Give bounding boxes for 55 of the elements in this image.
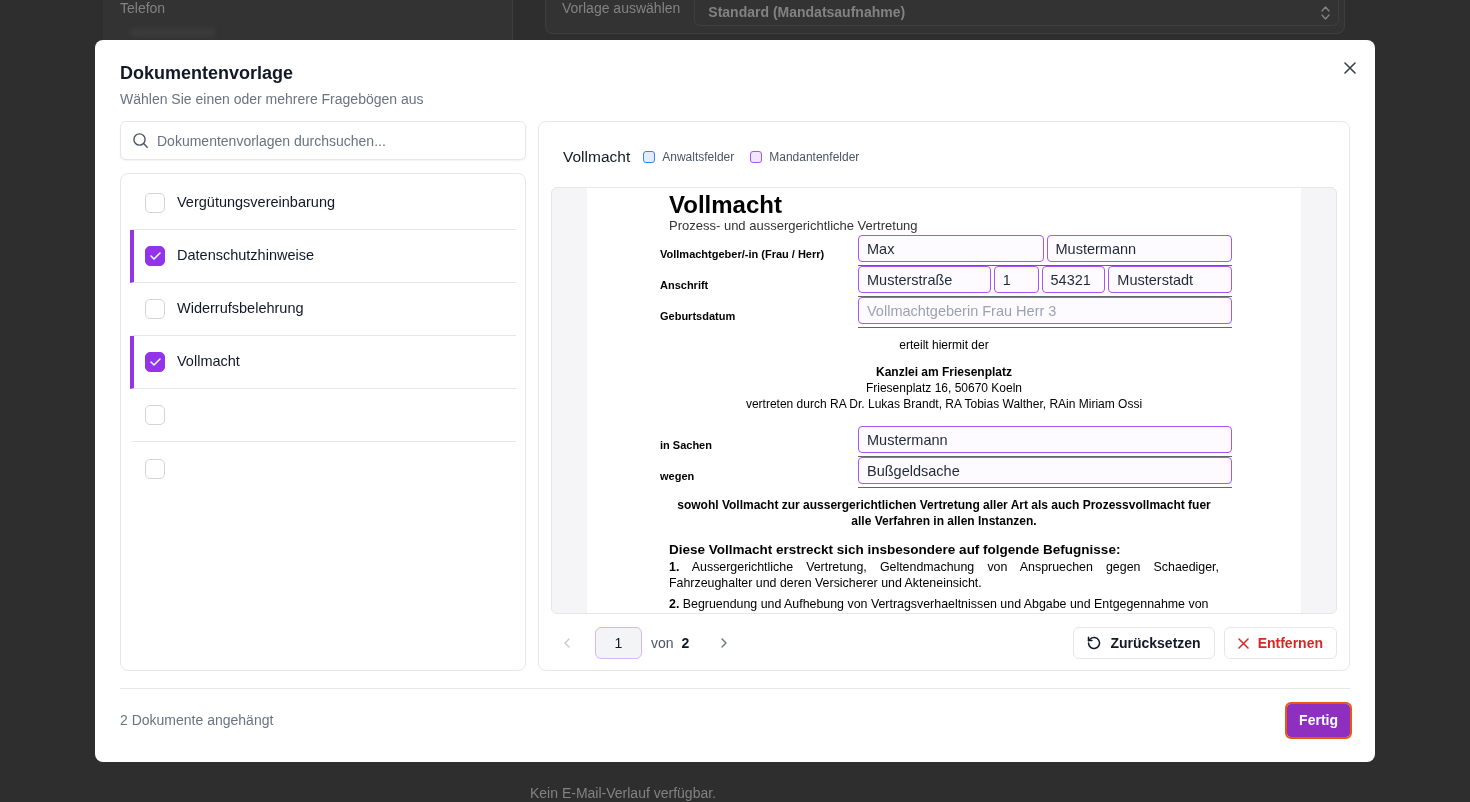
form-field[interactable]: Vollmachtgeberin Frau Herr 3: [858, 297, 1232, 324]
document-heading: Vollmacht: [669, 192, 783, 218]
page-total: 2: [681, 633, 690, 653]
document-text: vertreten durch RA Dr. Lukas Brandt, RA Tobias Walther, RAin Miriam Ossi: [744, 396, 1144, 412]
form-field[interactable]: Max: [858, 235, 1044, 262]
form-field[interactable]: 1: [993, 266, 1039, 293]
empty-history-text: Kein E-Mail-Verlauf verfügbar.: [530, 785, 716, 801]
document-text: erteilt hiermit der: [898, 337, 990, 353]
dialog-title: Dokumentenvorlage: [120, 62, 295, 84]
document-section-heading: Diese Vollmacht erstreckt sich insbesondere auf folgende Befugnisse:: [669, 541, 1122, 559]
form-label: Geburtsdatum: [660, 309, 737, 324]
field-label: Vorlage auswählen: [562, 0, 681, 16]
template-item[interactable]: Vollmacht: [130, 336, 516, 389]
page-number-field[interactable]: 1: [595, 627, 642, 659]
form-field[interactable]: Mustermann: [1046, 235, 1232, 262]
updown-chevron-icon: [1321, 5, 1330, 20]
form-field[interactable]: Musterstraße: [858, 266, 991, 293]
chevron-right-icon: [721, 638, 728, 648]
template-item[interactable]: Vergütungsvereinbarung: [130, 177, 516, 230]
form-field[interactable]: Mustermann: [858, 426, 1232, 453]
checkbox[interactable]: [145, 352, 165, 372]
form-field[interactable]: 54321: [1041, 266, 1106, 293]
legend-label: Mandantenfelder: [769, 149, 860, 166]
remove-button[interactable]: Entfernen: [1223, 627, 1337, 659]
field-label: Telefon: [120, 0, 167, 16]
document-text: Friesenplatz 16, 50670 Koeln: [864, 380, 1024, 396]
form-label: in Sachen: [660, 438, 713, 453]
check-icon: [149, 252, 161, 260]
preview-title: Vollmacht: [563, 147, 631, 168]
form-field[interactable]: Bußgeldsache: [858, 457, 1232, 484]
reset-button[interactable]: Zurücksetzen: [1073, 627, 1215, 659]
checkbox[interactable]: [145, 246, 165, 266]
clause-text: 1. Aussergerichtliche Vertretung, Geltendmachung von Anspruechen gegen Schaediger, Fahrzeughalter und deren Versicherer und Akteneinsicht.: [669, 559, 1219, 591]
document-text: sowohl Vollmacht zur aussergerichtlichen Vertretung aller Art als auch Prozessvollmacht fuer alle Verfahren in allen Instanzen.: [676, 497, 1212, 529]
chevron-left-icon: [564, 638, 570, 648]
form-field[interactable]: Musterstadt: [1108, 266, 1232, 293]
template-item[interactable]: Datenschutzhinweise: [130, 230, 516, 283]
x-icon: [1237, 637, 1249, 649]
page-of-label: von: [651, 633, 674, 653]
attached-count-text: 2 Dokumente angehängt: [120, 711, 274, 730]
clause-text: 2. Begruendung und Aufhebung von Vertragsverhaeltnissen und Abgabe und Entgegennahme von: [669, 596, 1210, 612]
form-label: Anschrift: [660, 278, 710, 293]
rotate-left-icon: [1087, 636, 1102, 650]
done-button[interactable]: Fertig: [1287, 704, 1350, 737]
document-text: Kanzlei am Friesenplatz: [874, 364, 1013, 380]
close-icon: [1344, 62, 1356, 74]
dialog-subtitle: Wählen Sie einen oder mehrere Fragebögen aus: [120, 90, 424, 108]
search-icon: [133, 133, 148, 148]
legend-label: Anwaltsfelder: [662, 149, 735, 166]
search-field[interactable]: Dokumentenvorlagen durchsuchen...: [120, 121, 526, 160]
form-label: Vollmachtgeber/-in (Frau / Herr): [660, 247, 826, 262]
template-item[interactable]: Widerrufsbelehrung: [130, 283, 516, 336]
form-label: wegen: [660, 469, 696, 484]
check-icon: [149, 358, 161, 366]
document-subheading: Prozess- und aussergerichtliche Vertretung: [669, 218, 919, 234]
